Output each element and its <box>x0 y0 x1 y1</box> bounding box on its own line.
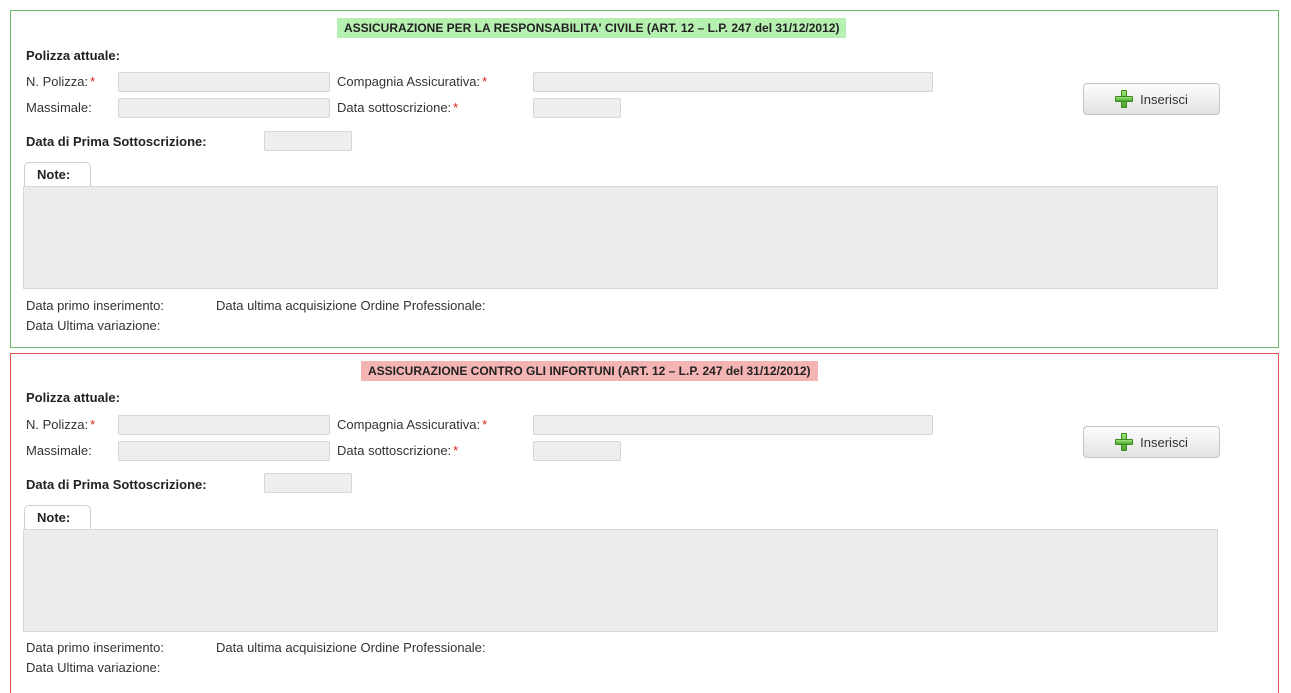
required-mark: * <box>482 417 488 432</box>
required-mark: * <box>453 443 459 458</box>
insurer-label: Compagnia Assicurativa: * <box>337 74 488 89</box>
policy-number-field[interactable] <box>118 72 330 92</box>
tab-notes[interactable]: Note: <box>24 162 92 186</box>
ceiling-label: Massimale: <box>26 100 92 115</box>
last-change-label: Data Ultima variazione: <box>26 660 161 675</box>
policy-number-label: N. Polizza: * <box>26 417 96 432</box>
subscription-date-field[interactable] <box>533 98 621 118</box>
policy-number-label: N. Polizza: * <box>26 74 96 89</box>
panel-title: ASSICURAZIONE CONTRO GLI INFORTUNI (ART.… <box>361 361 818 381</box>
ceiling-field[interactable] <box>118 441 330 461</box>
insert-button[interactable]: Inserisci <box>1083 83 1220 115</box>
insert-button-label: Inserisci <box>1140 91 1188 107</box>
insurer-field[interactable] <box>533 72 933 92</box>
subscription-date-label: Data sottoscrizione: * <box>337 100 459 115</box>
tab-notes[interactable]: Note: <box>24 505 92 529</box>
first-insert-label: Data primo inserimento: <box>26 298 164 313</box>
insurer-label: Compagnia Assicurativa: * <box>337 417 488 432</box>
plus-icon <box>1115 90 1134 108</box>
current-policy-heading: Polizza attuale: <box>26 390 120 405</box>
subscription-date-field[interactable] <box>533 441 621 461</box>
first-insert-label: Data primo inserimento: <box>26 640 164 655</box>
insert-button[interactable]: Inserisci <box>1083 426 1220 458</box>
panel-title: ASSICURAZIONE PER LA RESPONSABILITA' CIV… <box>337 18 847 38</box>
current-policy-heading: Polizza attuale: <box>26 48 120 63</box>
ceiling-field[interactable] <box>118 98 330 118</box>
last-acquisition-label: Data ultima acquisizione Ordine Professi… <box>216 640 486 655</box>
last-acquisition-label: Data ultima acquisizione Ordine Professi… <box>216 298 486 313</box>
required-mark: * <box>90 417 96 432</box>
civil-liability-insurance-panel: ASSICURAZIONE PER LA RESPONSABILITA' CIV… <box>10 10 1279 348</box>
subscription-date-label: Data sottoscrizione: * <box>337 443 459 458</box>
accident-insurance-panel: ASSICURAZIONE CONTRO GLI INFORTUNI (ART.… <box>10 353 1279 693</box>
required-mark: * <box>453 100 459 115</box>
required-mark: * <box>90 74 96 89</box>
insert-button-label: Inserisci <box>1140 434 1188 450</box>
required-mark: * <box>482 74 488 89</box>
ceiling-label: Massimale: <box>26 443 92 458</box>
last-change-label: Data Ultima variazione: <box>26 318 161 333</box>
first-subscription-field[interactable] <box>264 131 352 151</box>
policy-number-field[interactable] <box>118 415 330 435</box>
notes-textarea[interactable] <box>23 186 1218 289</box>
first-subscription-label: Data di Prima Sottoscrizione: <box>26 477 207 492</box>
first-subscription-field[interactable] <box>264 473 352 493</box>
notes-textarea[interactable] <box>23 529 1218 632</box>
plus-icon <box>1115 433 1134 451</box>
first-subscription-label: Data di Prima Sottoscrizione: <box>26 134 207 149</box>
insurer-field[interactable] <box>533 415 933 435</box>
